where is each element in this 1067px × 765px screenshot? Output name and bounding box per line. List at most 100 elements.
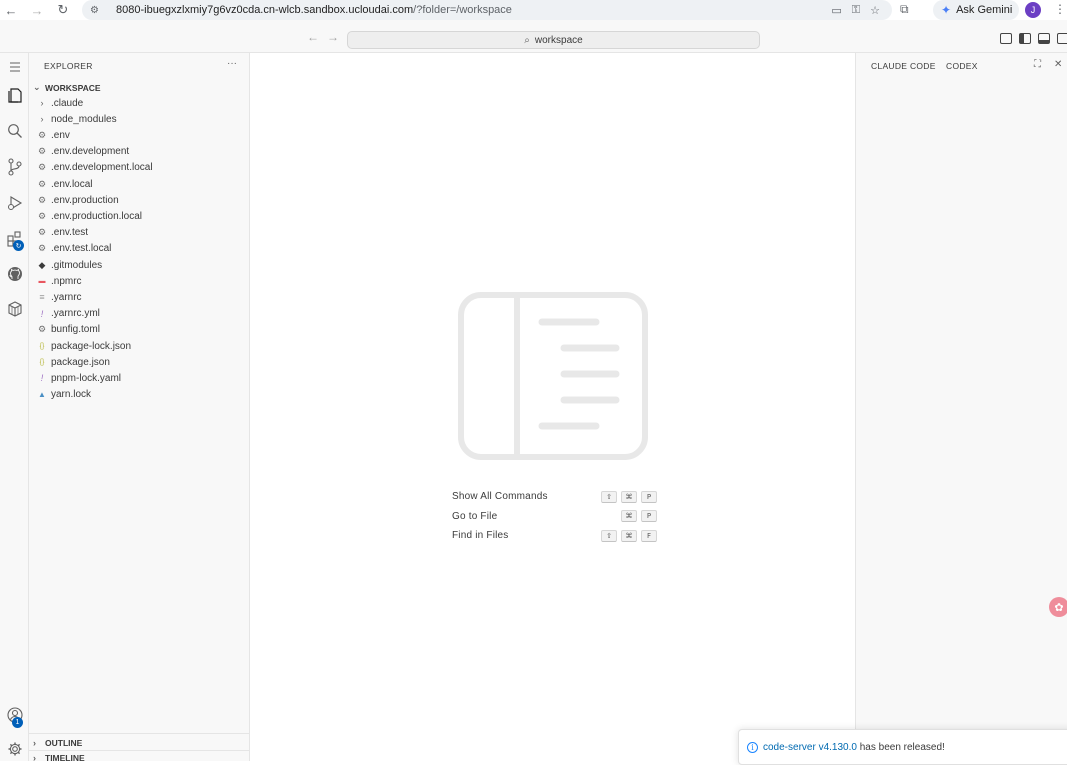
toggle-secondary-sidebar-icon[interactable] — [1057, 33, 1067, 44]
source-control-icon[interactable] — [0, 153, 29, 181]
gear-icon: ⚙ — [37, 129, 47, 140]
tab-codex[interactable]: CODEX — [946, 61, 978, 71]
file-tree-item[interactable]: ⚙ bunfig.toml — [29, 322, 249, 338]
file-name: .env.test.local — [51, 243, 112, 255]
search-activity-icon[interactable] — [0, 117, 29, 145]
vscode-letterpress-watermark — [458, 292, 648, 460]
manage-gear-icon[interactable] — [0, 735, 29, 763]
go-forward-icon[interactable]: → — [327, 30, 339, 44]
git-diamond-icon: ◆ — [38, 259, 46, 270]
file-tree-item[interactable]: › .claude — [29, 95, 249, 111]
file-tree-item[interactable]: ⚙ .env.development — [29, 144, 249, 160]
gear-icon: ⚙ — [37, 178, 47, 189]
keybinding-key: ⌘ — [621, 510, 637, 523]
tab-claude-code[interactable]: CLAUDE CODE — [871, 61, 936, 71]
file-name: node_modules — [51, 113, 117, 125]
shortcut-row[interactable]: Go to File ⌘ P — [452, 507, 657, 527]
back-icon[interactable]: ← — [0, 0, 22, 20]
keybinding-key: P — [641, 490, 657, 503]
explorer-more-actions-icon[interactable]: ··· — [227, 58, 237, 69]
release-link[interactable]: code-server v4.130.0 — [763, 742, 857, 753]
section-divider — [29, 750, 249, 751]
file-tree-item[interactable]: ⚙ .env.test — [29, 225, 249, 241]
shortcut-row[interactable]: Find in Files ⇧ ⌘ F — [452, 526, 657, 546]
editor-area: Show All Commands ⇧ ⌘ P Go to File ⌘ P Find in … — [250, 53, 855, 761]
extensions-icon[interactable]: ↻ — [0, 225, 29, 253]
menu-hamburger-icon[interactable] — [0, 53, 29, 81]
vscode-title-bar: ← → ⌕ workspace — [0, 20, 1067, 53]
keybinding-key: F — [641, 529, 657, 542]
file-tree-item[interactable]: ⚙ .env.production — [29, 192, 249, 208]
shortcut-row[interactable]: Show All Commands ⇧ ⌘ P — [452, 487, 657, 507]
exclamation-icon: ! — [40, 308, 44, 319]
workspace-label: WORKSPACE — [45, 82, 101, 93]
file-name: .gitmodules — [51, 259, 103, 271]
address-bar[interactable]: ⚙ 8080-ibuegxzlxmiy7g6vz0cda.cn-wlcb.san… — [82, 0, 892, 20]
gemini-sparkle-icon: ✦ — [941, 3, 952, 17]
file-tree-item[interactable]: ◆ .gitmodules — [29, 257, 249, 273]
explorer-title: EXPLORER — [44, 61, 93, 71]
file-name: .env.test — [51, 227, 89, 239]
keybinding-key: ⌘ — [621, 529, 637, 542]
search-icon: ⌕ — [524, 34, 530, 46]
notification-text: has been released! — [856, 741, 945, 753]
notification-toast[interactable]: i code-server v4.130.0 has been released… — [738, 729, 1067, 765]
shortcut-keys: ⇧ ⌘ P — [601, 490, 657, 503]
customize-layout-icon[interactable] — [1000, 33, 1012, 44]
explorer-files-icon[interactable] — [0, 81, 29, 109]
file-tree-item[interactable]: ⚙ .env — [29, 127, 249, 143]
toggle-primary-sidebar-icon[interactable] — [1019, 33, 1031, 44]
toggle-panel-icon[interactable] — [1038, 33, 1050, 44]
file-tree-item[interactable]: ⚙ .env.development.local — [29, 160, 249, 176]
shortcut-label: Find in Files — [452, 530, 509, 542]
workspace-section-header[interactable]: ⌄ WORKSPACE — [33, 82, 101, 93]
file-tree-item[interactable]: ▬ .npmrc — [29, 273, 249, 289]
keybinding-key: P — [641, 510, 657, 523]
accounts-icon[interactable]: 1 — [0, 701, 29, 729]
file-name: .env.development — [51, 146, 130, 158]
profile-avatar[interactable]: J — [1025, 2, 1041, 18]
ask-gemini-label: Ask Gemini — [956, 4, 1013, 16]
close-icon[interactable]: ✕ — [1054, 59, 1062, 70]
gear-icon: ⚙ — [37, 243, 47, 254]
file-tree-item[interactable]: ⚙ .env.production.local — [29, 208, 249, 224]
bookmark-star-icon[interactable]: ☆ — [870, 4, 880, 17]
section-divider — [29, 733, 249, 734]
maximize-icon[interactable]: ⛶ — [1034, 59, 1041, 70]
file-tree-item[interactable]: ⚙ .env.test.local — [29, 241, 249, 257]
extensions-puzzle-icon[interactable]: ⧉ — [900, 2, 909, 17]
github-icon[interactable] — [0, 260, 29, 288]
file-name: .yarnrc — [51, 291, 82, 303]
npm-icon: ▬ — [38, 277, 46, 285]
install-app-icon[interactable]: ▭ — [831, 4, 841, 17]
remote-explorer-box-icon[interactable] — [0, 295, 29, 323]
forward-icon[interactable]: → — [26, 0, 48, 20]
run-debug-icon[interactable] — [0, 189, 29, 217]
command-center-search[interactable]: ⌕ workspace — [347, 31, 760, 49]
file-tree-item[interactable]: ⚙ .env.local — [29, 176, 249, 192]
keybinding-key: ⇧ — [601, 490, 617, 503]
file-tree-item[interactable]: ▲ yarn.lock — [29, 387, 249, 403]
file-tree-item[interactable]: ! .yarnrc.yml — [29, 306, 249, 322]
file-name: .npmrc — [51, 275, 82, 287]
go-back-icon[interactable]: ← — [307, 30, 319, 44]
file-tree-item[interactable]: {} package-lock.json — [29, 338, 249, 354]
timeline-section-header[interactable]: › TIMELINE — [33, 753, 85, 763]
yarn-icon: ▲ — [38, 390, 46, 400]
file-tree-item[interactable]: {} package.json — [29, 354, 249, 370]
gear-icon: ⚙ — [37, 324, 47, 335]
file-tree-item[interactable]: ! pnpm-lock.yaml — [29, 370, 249, 386]
browser-menu-icon[interactable]: ⋮ — [1054, 2, 1066, 16]
outline-section-header[interactable]: › OUTLINE — [33, 738, 82, 748]
file-name: .env.development.local — [51, 162, 153, 174]
file-tree-item[interactable]: ≡ .yarnrc — [29, 289, 249, 305]
file-name: .env.production — [51, 194, 119, 206]
site-settings-icon[interactable]: ⚙ — [90, 5, 104, 16]
ask-gemini-button[interactable]: ✦ Ask Gemini — [933, 0, 1019, 20]
file-tree-item[interactable]: › node_modules — [29, 111, 249, 127]
floating-helper-icon[interactable]: ✿ — [1049, 597, 1067, 617]
accounts-badge: 1 — [12, 717, 23, 728]
reload-icon[interactable]: ↻ — [52, 0, 74, 20]
password-key-icon[interactable]: ⚿ — [852, 4, 860, 17]
file-name: .claude — [51, 97, 84, 109]
